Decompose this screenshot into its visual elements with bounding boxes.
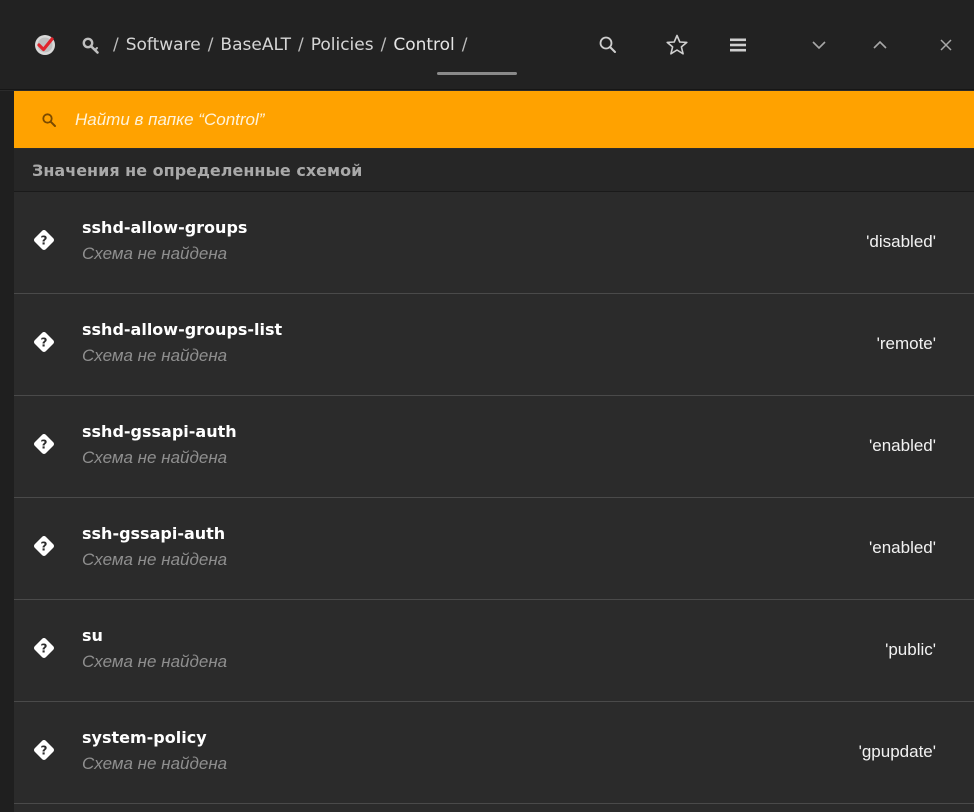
key-name: ssh-gssapi-auth [82, 524, 226, 543]
breadcrumb: / Software / BaseALT / Policies / Contro… [80, 30, 475, 60]
key-schema-status: Схема не найдена [82, 550, 228, 569]
unknown-key-icon: ? [34, 434, 54, 454]
list-item[interactable]: ? sshd-allow-groups Схема не найдена 'disab… [14, 192, 974, 294]
breadcrumb-item-policies[interactable]: Policies [311, 35, 374, 55]
search-field-icon [39, 110, 59, 130]
key-value: 'enabled' [869, 538, 936, 557]
previous-match-button[interactable] [864, 29, 896, 61]
list-item[interactable]: ? sshd-gssapi-auth Схема не найдена 'enable… [14, 396, 974, 498]
svg-text:?: ? [41, 642, 48, 656]
key-icon[interactable] [80, 34, 102, 56]
current-crumb-indicator [437, 72, 517, 75]
breadcrumb-separator: / [297, 35, 304, 55]
star-icon [666, 34, 688, 55]
menu-icon [730, 38, 746, 52]
bookmark-button[interactable] [661, 29, 693, 61]
search-bar [14, 91, 974, 148]
unknown-key-icon: ? [34, 536, 54, 556]
search-icon [42, 112, 56, 127]
list-item[interactable]: ? su Схема не найдена 'public' [14, 600, 974, 702]
section-header: Значения не определенные схемой [14, 149, 974, 192]
key-schema-status: Схема не найдена [82, 448, 228, 467]
app-logo-icon [35, 35, 55, 55]
svg-text:?: ? [41, 540, 48, 554]
svg-text:?: ? [41, 336, 48, 350]
svg-text:?: ? [41, 744, 48, 758]
list-item[interactable]: ? ssh-gssapi-auth Схема не найдена 'enabled… [14, 498, 974, 600]
unknown-key-icon: ? [34, 740, 54, 760]
breadcrumb-item-software[interactable]: Software [126, 35, 201, 55]
list-item[interactable]: ? sshd-allow-groups-list Схема не найдена '… [14, 294, 974, 396]
close-button[interactable] [930, 29, 962, 61]
keys-list: ? sshd-allow-groups Схема не найдена 'disab… [14, 192, 974, 804]
search-icon [599, 36, 616, 53]
list-item[interactable]: ? system-policy Схема не найдена 'gpupdate' [14, 702, 974, 804]
chevron-up-icon [873, 40, 887, 49]
key-schema-status: Схема не найдена [82, 754, 228, 773]
key-name: system-policy [82, 728, 207, 747]
dconf-editor-window: / Software / BaseALT / Policies / Contro… [0, 0, 974, 812]
unknown-key-icon: ? [34, 638, 54, 658]
breadcrumb-item-basealt[interactable]: BaseALT [220, 35, 291, 55]
menu-button[interactable] [722, 29, 754, 61]
key-value: 'gpupdate' [858, 742, 936, 761]
search-button[interactable] [592, 29, 624, 61]
unknown-key-icon: ? [34, 332, 54, 352]
svg-text:?: ? [41, 234, 48, 248]
key-name: sshd-allow-groups [82, 218, 248, 237]
search-input[interactable] [75, 109, 974, 130]
chevron-down-icon [812, 41, 826, 50]
next-match-button[interactable] [803, 29, 835, 61]
key-schema-status: Схема не найдена [82, 652, 228, 671]
unknown-key-icon: ? [34, 230, 54, 250]
key-value: 'public' [885, 640, 936, 659]
key-name: sshd-gssapi-auth [82, 422, 237, 441]
key-name: su [82, 626, 103, 645]
svg-text:?: ? [41, 438, 48, 452]
key-schema-status: Схема не найдена [82, 346, 228, 365]
key-value: 'remote' [876, 334, 936, 353]
breadcrumb-separator: / [380, 35, 387, 55]
breadcrumb-separator: / [207, 35, 214, 55]
key-value: 'enabled' [869, 436, 936, 455]
key-value: 'disabled' [866, 232, 936, 251]
key-name: sshd-allow-groups-list [82, 320, 283, 339]
key-schema-status: Схема не найдена [82, 244, 228, 263]
breadcrumb-separator: / [461, 35, 468, 55]
breadcrumb-separator: / [113, 35, 119, 55]
left-margin [0, 91, 14, 812]
close-icon [940, 39, 952, 51]
header-bar: / Software / BaseALT / Policies / Contro… [0, 0, 974, 90]
breadcrumb-item-control[interactable]: Control [393, 35, 454, 55]
